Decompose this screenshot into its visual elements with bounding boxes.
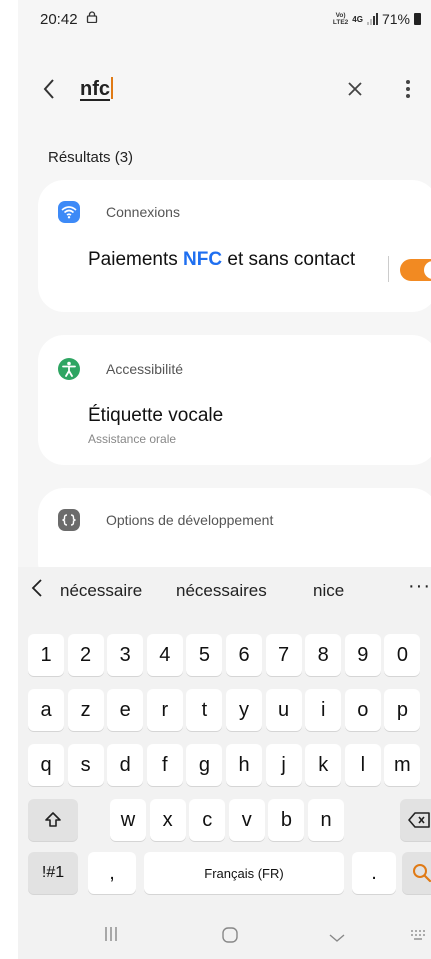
key-3[interactable]: 3: [107, 634, 144, 676]
key-j[interactable]: j: [265, 744, 302, 786]
key-o[interactable]: o: [344, 689, 381, 731]
key-h[interactable]: h: [226, 744, 262, 786]
key-g[interactable]: g: [186, 744, 223, 786]
search-icon[interactable]: [402, 852, 431, 894]
result-card-connexions[interactable]: Connexions Paiements NFC et sans contact: [38, 180, 431, 312]
search-input[interactable]: nfc: [80, 74, 320, 104]
key-w[interactable]: w: [110, 799, 146, 841]
key-e[interactable]: e: [107, 689, 144, 731]
suggestion-more-icon[interactable]: ···: [408, 575, 431, 598]
key-c[interactable]: c: [189, 799, 226, 841]
code-braces-icon: [58, 509, 80, 531]
result-title: Paiements NFC et sans contact: [88, 249, 356, 270]
key-v[interactable]: v: [228, 799, 265, 841]
keyboard-icon[interactable]: [410, 928, 426, 946]
key-q[interactable]: q: [28, 744, 64, 786]
signal-icon: [366, 13, 378, 25]
recent-apps-icon[interactable]: [104, 926, 118, 947]
suggestion-3[interactable]: nice: [313, 581, 344, 601]
status-time: 20:42: [40, 11, 78, 28]
more-vert-icon[interactable]: [403, 77, 413, 101]
close-icon[interactable]: [344, 78, 366, 100]
key-y[interactable]: y: [226, 689, 262, 731]
status-bar: 20:42 Vo) LTE2 4G 71%: [18, 0, 431, 38]
search-bar: nfc: [18, 66, 431, 112]
key-x[interactable]: x: [149, 799, 186, 841]
key-z[interactable]: z: [67, 689, 104, 731]
key-b[interactable]: b: [268, 799, 305, 841]
key-f[interactable]: f: [146, 744, 183, 786]
category-label: Connexions: [106, 204, 180, 220]
accessibility-icon: [58, 358, 80, 380]
card-header: Options de développement: [58, 508, 273, 532]
card-header: Connexions: [58, 200, 180, 224]
result-subtitle: Assistance orale: [88, 432, 177, 446]
lock-icon: [86, 11, 98, 23]
back-chevron-icon[interactable]: [38, 74, 62, 104]
comma-key[interactable]: ,: [88, 852, 136, 894]
result-card-accessibilite[interactable]: Accessibilité Étiquette vocale Assistanc…: [38, 335, 431, 465]
shift-arrow-icon[interactable]: [28, 799, 78, 841]
key-m[interactable]: m: [384, 744, 421, 786]
key-i[interactable]: i: [305, 689, 342, 731]
key-4[interactable]: 4: [146, 634, 183, 676]
wifi-icon: [58, 201, 80, 223]
key-t[interactable]: t: [186, 689, 223, 731]
category-label: Accessibilité: [106, 361, 184, 377]
navigation-bar: [18, 914, 431, 959]
category-label: Options de développement: [106, 512, 274, 528]
suggestion-back-icon[interactable]: [30, 577, 44, 605]
period-key[interactable]: .: [352, 852, 396, 894]
suggestion-2[interactable]: nécessaires: [176, 581, 267, 601]
network-type: 4G: [352, 14, 363, 24]
key-u[interactable]: u: [265, 689, 302, 731]
nav-back-icon[interactable]: [328, 930, 346, 948]
key-1[interactable]: 1: [28, 634, 64, 676]
phone-screen: 20:42 Vo) LTE2 4G 71% nfc Résultats (3) …: [18, 0, 431, 959]
nfc-toggle-switch[interactable]: [400, 259, 431, 281]
key-s[interactable]: s: [67, 744, 104, 786]
volte-indicator: Vo) LTE2: [332, 12, 349, 26]
key-0[interactable]: 0: [384, 634, 421, 676]
key-d[interactable]: d: [107, 744, 144, 786]
key-8[interactable]: 8: [305, 634, 342, 676]
card-header: Accessibilité: [58, 357, 183, 381]
suggestion-strip: nécessaire nécessaires nice ···: [18, 567, 431, 615]
key-2[interactable]: 2: [67, 634, 104, 676]
search-query: nfc: [80, 78, 110, 100]
key-7[interactable]: 7: [265, 634, 302, 676]
space-key[interactable]: Français (FR): [144, 852, 344, 894]
key-r[interactable]: r: [146, 689, 183, 731]
key-n[interactable]: n: [308, 799, 344, 841]
key-k[interactable]: k: [305, 744, 342, 786]
on-screen-keyboard: nécessaire nécessaires nice ··· 12345678…: [18, 567, 431, 959]
key-6[interactable]: 6: [226, 634, 262, 676]
suggestion-1[interactable]: nécessaire: [60, 581, 142, 601]
battery-level: 71%: [381, 11, 410, 27]
text-caret: [111, 77, 113, 99]
backspace-icon[interactable]: [400, 799, 431, 841]
search-highlight: NFC: [183, 249, 223, 270]
key-p[interactable]: p: [384, 689, 421, 731]
results-count-label: Résultats (3): [48, 149, 134, 166]
toggle-knob: [424, 261, 431, 279]
key-9[interactable]: 9: [344, 634, 381, 676]
status-right: Vo) LTE2 4G 71%: [333, 11, 421, 27]
key-a[interactable]: a: [28, 689, 64, 731]
key-5[interactable]: 5: [186, 634, 223, 676]
toggle-divider: [388, 256, 389, 282]
home-icon[interactable]: [221, 926, 239, 949]
symbols-key[interactable]: !#1: [28, 852, 78, 894]
key-l[interactable]: l: [344, 744, 381, 786]
battery-icon: [414, 13, 421, 25]
result-title: Étiquette vocale: [88, 405, 224, 426]
